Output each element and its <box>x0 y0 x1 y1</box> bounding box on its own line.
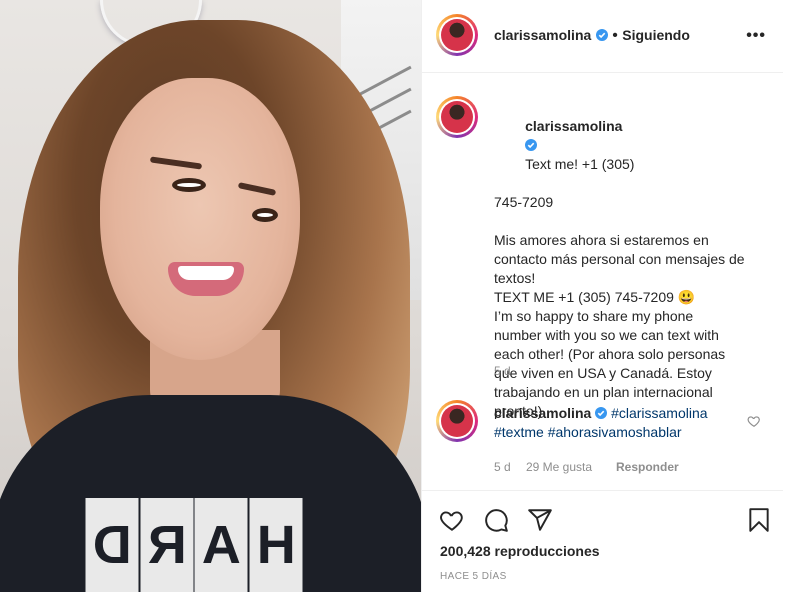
caption-text: Text me! +1 (305) <box>525 156 635 172</box>
comment-likes[interactable]: 29 Me gusta <box>526 460 592 474</box>
caption-line: I’m so happy to share my phone <box>494 308 694 324</box>
caption-line: textos! <box>494 270 536 286</box>
post-actions: 200,428 reproducciones HACE 5 DÍAS <box>422 490 784 593</box>
caption-username[interactable]: clarissamolina <box>525 118 622 134</box>
comment-username[interactable]: clarissamolina <box>494 405 591 421</box>
caption-line <box>494 212 764 231</box>
author-avatar[interactable] <box>436 14 478 56</box>
caption-line: Mis amores ahora si estaremos en <box>494 232 709 248</box>
header-meta: clarissamolina • Siguiendo <box>494 27 690 45</box>
teeth <box>178 266 234 280</box>
verified-badge-icon <box>595 407 608 419</box>
comment-avatar[interactable] <box>436 400 478 442</box>
avatar-image <box>441 19 473 51</box>
share-icon[interactable] <box>526 507 554 533</box>
comment-icon[interactable] <box>482 507 510 533</box>
hashtag-link[interactable]: #textme <box>494 424 544 440</box>
caption-avatar[interactable] <box>436 96 478 138</box>
hashtag-link[interactable]: #clarissamolina <box>611 405 707 421</box>
verified-badge-icon <box>525 139 538 151</box>
post-media-photo[interactable]: D R A H <box>0 0 421 592</box>
more-options-icon[interactable]: ••• <box>746 27 766 45</box>
right-eye <box>252 208 278 222</box>
author-username[interactable]: clarissamolina <box>494 27 591 43</box>
comment: clarissamolina #clarissamolina #textme #… <box>494 404 754 442</box>
small-heart-icon[interactable] <box>747 414 761 428</box>
shirt-letter: H <box>249 498 302 592</box>
views-count[interactable]: 200,428 reproducciones <box>440 543 600 559</box>
caption-line: 745-7209 <box>494 194 554 210</box>
shirt-print: D R A H <box>86 498 302 592</box>
left-eye <box>172 178 206 192</box>
shirt-letter: R <box>140 498 193 592</box>
post-time[interactable]: HACE 5 DÍAS <box>440 571 507 582</box>
caption-line: each other! (Por ahora solo personas <box>494 346 726 362</box>
caption-line: contacto más personal con mensajes de <box>494 251 745 267</box>
separator-dot: • <box>612 27 618 44</box>
post-side-panel: clarissamolina • Siguiendo ••• clarissam… <box>421 0 784 592</box>
hashtag-link[interactable]: #ahorasivamoshablar <box>548 424 682 440</box>
caption-line: que viven en USA y Canadá. Estoy <box>494 365 712 381</box>
post-header: clarissamolina • Siguiendo ••• <box>422 0 784 73</box>
caption-line: trabajando en un plan internacional <box>494 384 713 400</box>
instagram-post: D R A H clarissamolina • Siguiendo ••• c… <box>0 0 804 592</box>
caption-age[interactable]: 5 d <box>494 364 511 378</box>
page-gutter <box>783 0 804 592</box>
avatar-image <box>441 405 473 437</box>
shirt-letter: A <box>195 498 248 592</box>
caption-line: TEXT ME +1 (305) 745-7209 😃 <box>494 289 696 305</box>
avatar-image <box>441 101 473 133</box>
bookmark-icon[interactable] <box>746 507 772 533</box>
caption-line: clarissamolina Text me! +1 (305) <box>494 98 764 193</box>
heart-icon[interactable] <box>438 507 466 533</box>
comment-age[interactable]: 5 d <box>494 460 511 474</box>
verified-badge-icon <box>595 29 608 41</box>
post-caption: clarissamolina Text me! +1 (305) 745-720… <box>494 98 764 421</box>
following-button[interactable]: Siguiendo <box>622 27 690 43</box>
caption-line: number with you so we can text with <box>494 327 719 343</box>
reply-button[interactable]: Responder <box>616 460 679 474</box>
shirt-letter: D <box>86 498 139 592</box>
